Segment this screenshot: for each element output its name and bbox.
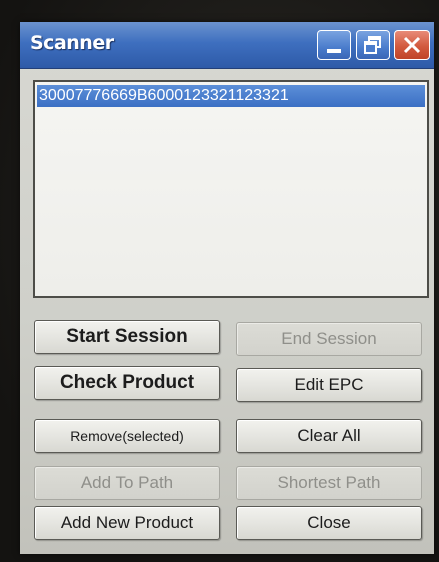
clear-all-button[interactable]: Clear All (236, 419, 422, 453)
title-bar: Scanner (20, 22, 434, 69)
check-product-button[interactable]: Check Product (34, 366, 220, 400)
edit-epc-button[interactable]: Edit EPC (236, 368, 422, 402)
add-to-path-button[interactable]: Add To Path (34, 466, 220, 500)
minimize-icon (327, 49, 341, 53)
window-title: Scanner (30, 32, 114, 54)
list-item[interactable]: 30007776669B6000123321123321 (37, 85, 425, 107)
add-new-product-button[interactable]: Add New Product (34, 506, 220, 540)
scanner-window: Scanner 30007776669B6000123321123321 Sta… (20, 22, 434, 554)
epc-listbox[interactable]: 30007776669B6000123321123321 (33, 80, 429, 298)
close-window-button[interactable] (394, 30, 430, 60)
close-button[interactable]: Close (236, 506, 422, 540)
remove-selected-button[interactable]: Remove(selected) (34, 419, 220, 453)
shortest-path-button[interactable]: Shortest Path (236, 466, 422, 500)
end-session-button[interactable]: End Session (236, 322, 422, 356)
maximize-icon (364, 36, 381, 54)
close-icon (403, 36, 421, 54)
start-session-button[interactable]: Start Session (34, 320, 220, 354)
minimize-button[interactable] (317, 30, 351, 60)
maximize-button[interactable] (356, 30, 390, 60)
